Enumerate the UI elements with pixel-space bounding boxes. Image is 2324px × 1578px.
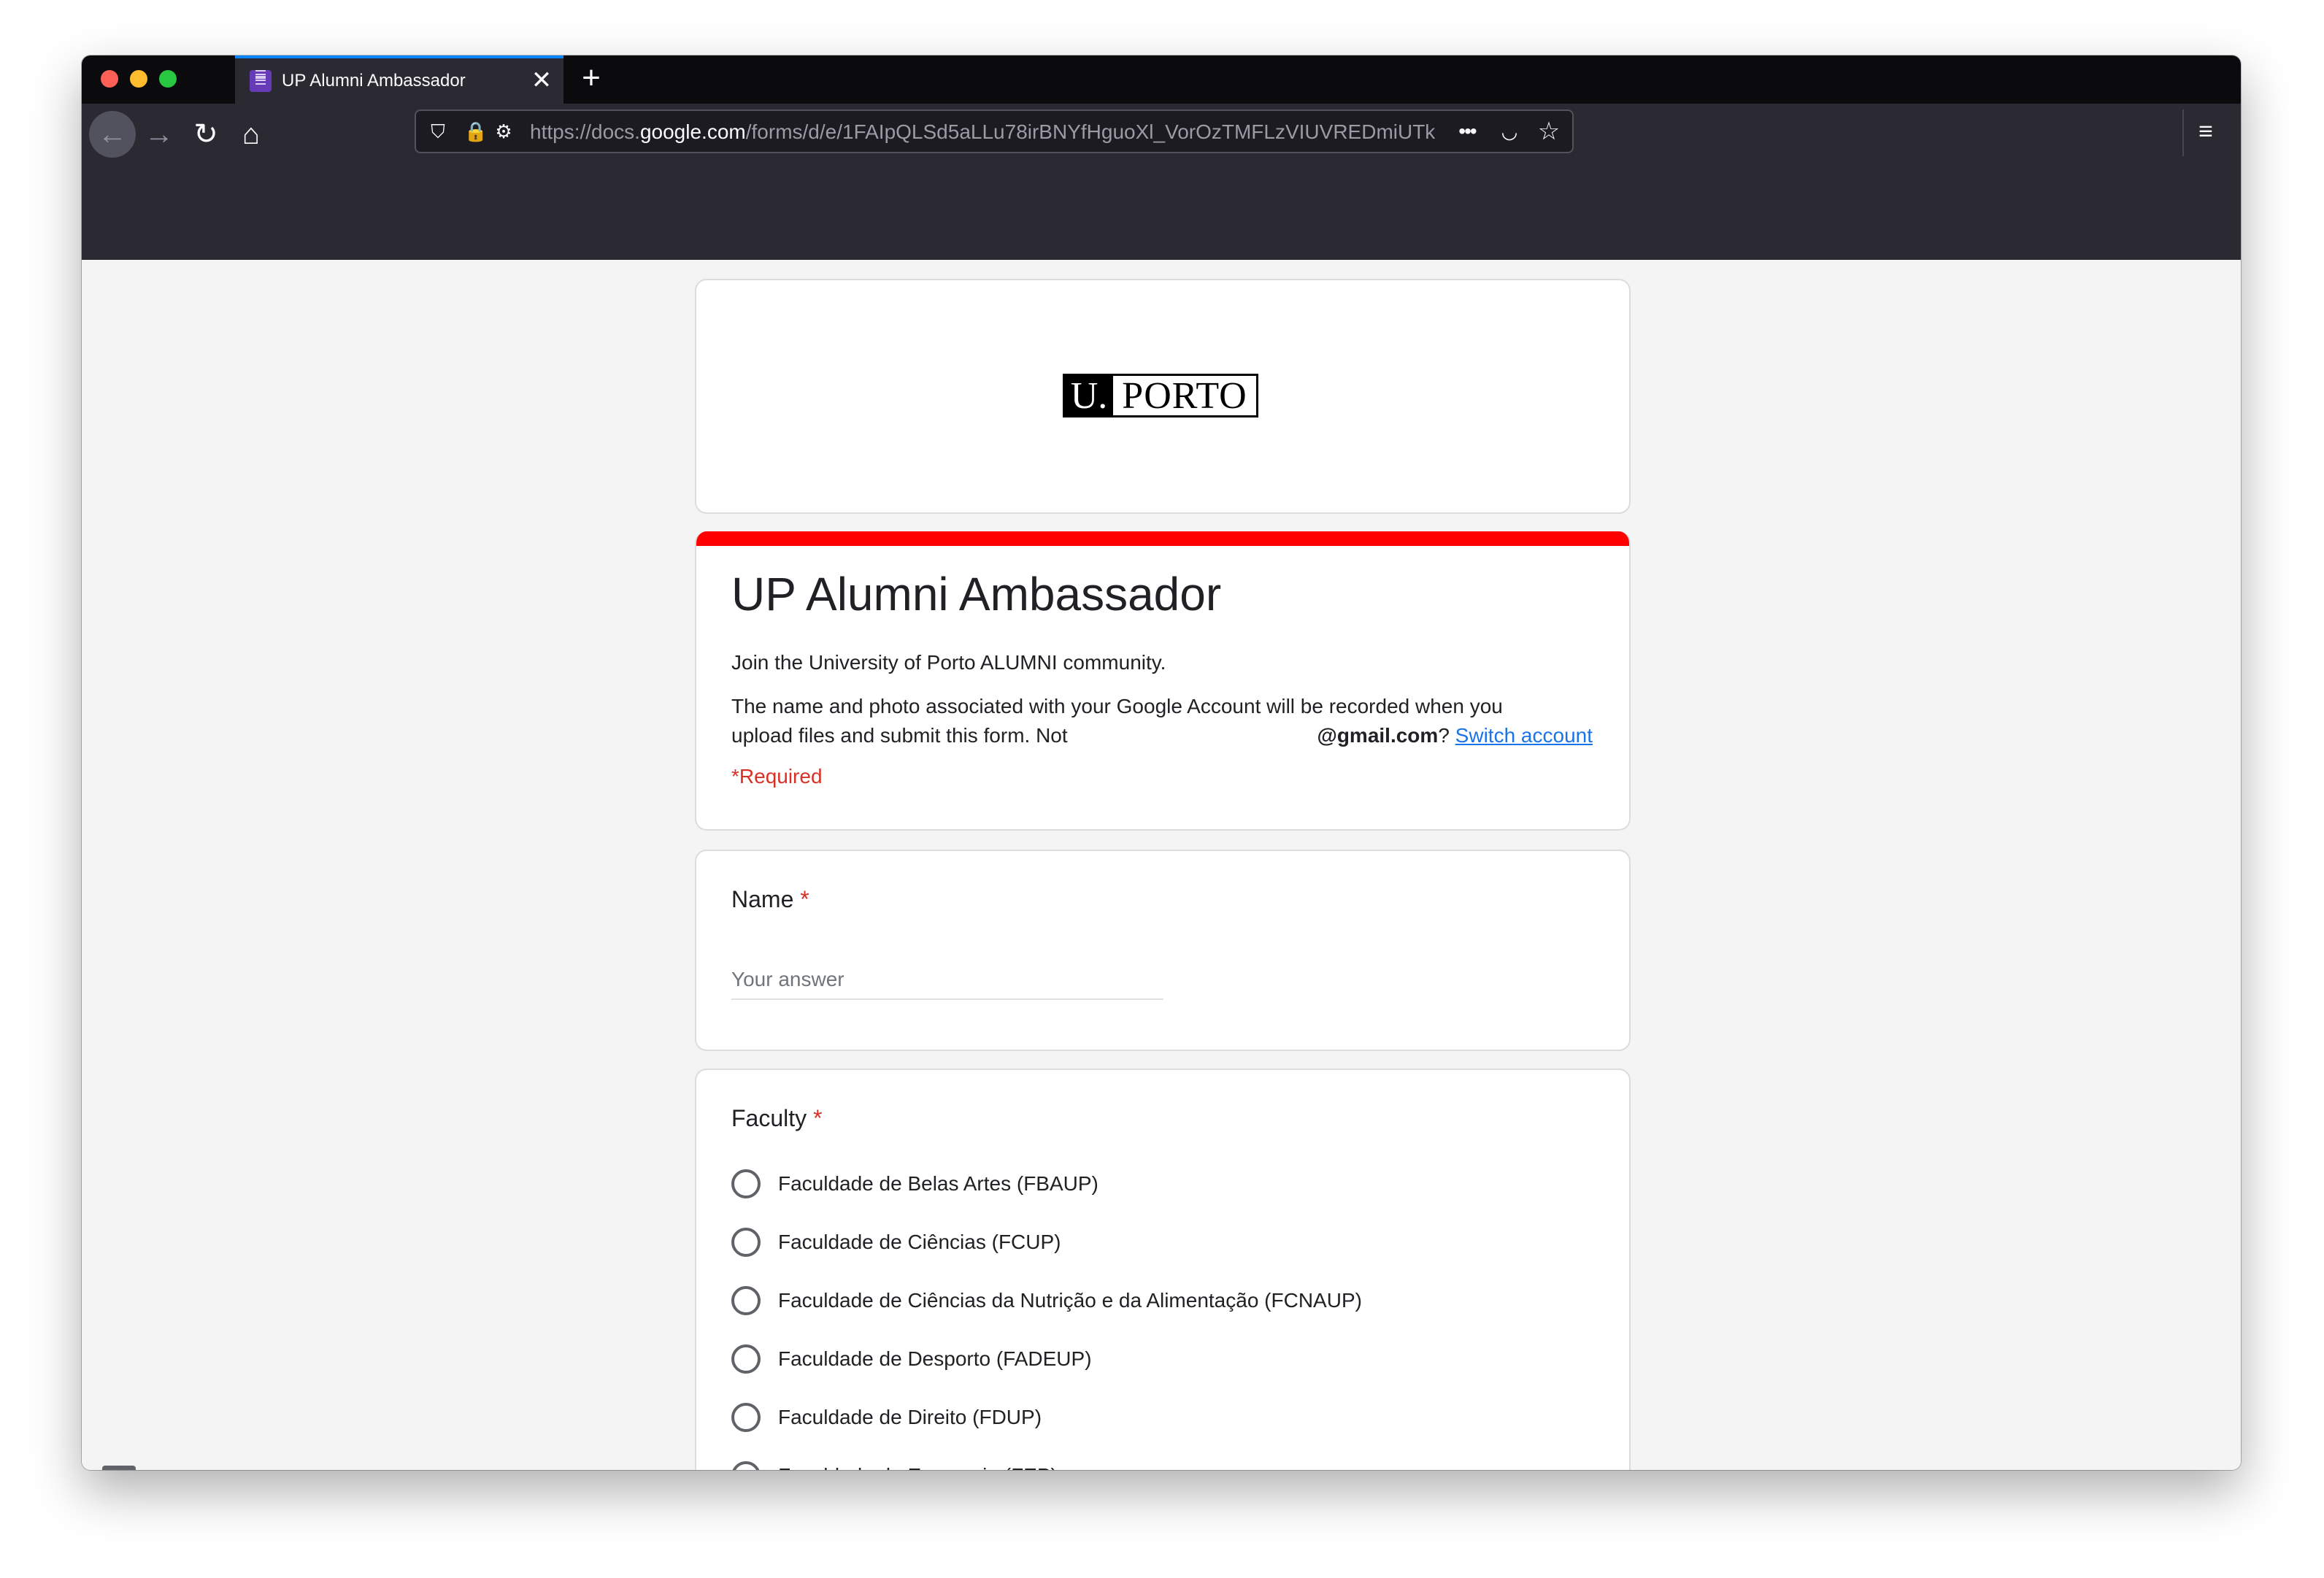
faculty-option[interactable]: Faculdade de Economia (FEP): [731, 1461, 1593, 1470]
url-domain: google.com: [639, 121, 746, 143]
url-prefix: https://docs.: [530, 121, 640, 143]
page-content[interactable]: U. PORTO UP Alumni Ambassador Join the U…: [82, 260, 2241, 1470]
account-notice-line2-text: upload files and submit this form. Not: [731, 724, 1068, 747]
question-title-name: Name *: [731, 885, 809, 914]
window-minimize-button[interactable]: [130, 70, 147, 88]
permissions-icon[interactable]: ⚙: [490, 118, 517, 145]
tracking-protection-shield-icon[interactable]: ⛉: [425, 118, 451, 145]
window-close-button[interactable]: [101, 70, 118, 88]
title-accent-band: [696, 531, 1629, 546]
u-porto-logo: U. PORTO: [1063, 374, 1258, 417]
faculty-option[interactable]: Faculdade de Ciências (FCUP): [731, 1228, 1593, 1286]
logo-u-mark: U.: [1065, 376, 1113, 417]
form-description: Join the University of Porto ALUMNI comm…: [731, 651, 1166, 674]
radio-button[interactable]: [731, 1344, 761, 1374]
radio-button[interactable]: [731, 1461, 761, 1470]
radio-button[interactable]: [731, 1403, 761, 1432]
account-notice-line2: upload files and submit this form. Not @…: [731, 721, 1593, 750]
faculty-option[interactable]: Faculdade de Direito (FDUP): [731, 1403, 1593, 1461]
page-actions-more-icon[interactable]: •••: [1454, 118, 1480, 145]
form-title-card: UP Alumni Ambassador Join the University…: [695, 531, 1631, 831]
back-arrow-icon[interactable]: ←: [89, 111, 136, 158]
faculty-options: Faculdade de Belas Artes (FBAUP) Faculda…: [731, 1169, 1593, 1470]
faculty-option[interactable]: Faculdade de Desporto (FADEUP): [731, 1344, 1593, 1403]
account-notice-line1: The name and photo associated with your …: [731, 695, 1503, 717]
account-email: @gmail.com: [1317, 724, 1439, 747]
forward-arrow-icon[interactable]: →: [136, 111, 182, 158]
toolbar-separator: [2182, 109, 2184, 156]
account-notice: The name and photo associated with your …: [731, 692, 1593, 750]
required-asterisk: *: [800, 886, 809, 912]
faculty-option-label[interactable]: Faculdade de Direito (FDUP): [778, 1403, 1042, 1432]
radio-button[interactable]: [731, 1169, 761, 1198]
switch-account-link[interactable]: Switch account: [1455, 724, 1593, 747]
faculty-option-label[interactable]: Faculdade de Desporto (FADEUP): [778, 1344, 1092, 1374]
faculty-option-label[interactable]: Faculdade de Economia (FEP): [778, 1461, 1058, 1470]
report-feedback-icon[interactable]: !: [102, 1466, 136, 1470]
radio-button[interactable]: [731, 1228, 761, 1257]
tab-close-icon[interactable]: ✕: [528, 67, 555, 93]
hamburger-menu-icon[interactable]: ≡: [2185, 111, 2226, 152]
navigation-toolbar: ← → ↻ ⌂ ⛉ 🔒 ⚙ https://docs.google.com/fo…: [82, 104, 2241, 260]
window-zoom-button[interactable]: [159, 70, 177, 88]
tab-up-alumni-ambassador[interactable]: UP Alumni Ambassador ✕: [235, 55, 563, 104]
bookmark-star-icon[interactable]: ☆: [1536, 118, 1562, 145]
form-title: UP Alumni Ambassador: [731, 568, 1222, 620]
radio-button[interactable]: [731, 1286, 761, 1315]
question-card-name: Name *: [695, 850, 1631, 1051]
name-answer-input[interactable]: [731, 961, 1163, 1000]
notice-question-mark: ?: [1438, 724, 1450, 747]
reload-icon[interactable]: ↻: [182, 111, 229, 158]
new-tab-button[interactable]: +: [575, 62, 607, 95]
faculty-option-label[interactable]: Faculdade de Ciências (FCUP): [778, 1228, 1061, 1257]
required-note: *Required: [731, 765, 823, 788]
tab-title: UP Alumni Ambassador: [282, 71, 466, 91]
browser-window: UP Alumni Ambassador ✕ + ← → ↻ ⌂ ⛉ 🔒 ⚙ h…: [82, 55, 2241, 1470]
faculty-option-label[interactable]: Faculdade de Belas Artes (FBAUP): [778, 1169, 1098, 1198]
form-header-image-card: U. PORTO: [695, 279, 1631, 514]
logo-porto-text: PORTO: [1122, 375, 1247, 417]
address-bar[interactable]: ⛉ 🔒 ⚙ https://docs.google.com/forms/d/e/…: [415, 109, 1574, 153]
lock-icon[interactable]: 🔒: [463, 118, 489, 145]
question-label: Name: [731, 886, 794, 912]
faculty-option[interactable]: Faculdade de Ciências da Nutrição e da A…: [731, 1286, 1593, 1344]
account-notice-email-group: @gmail.com? Switch account: [1317, 721, 1593, 750]
question-card-faculty: Faculty * Faculdade de Belas Artes (FBAU…: [695, 1069, 1631, 1470]
url-path: /forms/d/e/1FAIpQLSd5aLLu78irBNYfHguoXl_…: [745, 121, 1435, 143]
tab-strip: UP Alumni Ambassador ✕ +: [82, 55, 2241, 104]
faculty-option-label[interactable]: Faculdade de Ciências da Nutrição e da A…: [778, 1286, 1362, 1315]
google-forms-favicon-icon: [250, 70, 272, 92]
pocket-icon[interactable]: ◡: [1496, 118, 1523, 145]
question-label: Faculty: [731, 1105, 807, 1131]
question-title-faculty: Faculty *: [731, 1104, 822, 1133]
home-icon[interactable]: ⌂: [228, 111, 274, 158]
url-text[interactable]: https://docs.google.com/forms/d/e/1FAIpQ…: [530, 121, 1435, 143]
required-asterisk: *: [813, 1105, 823, 1131]
faculty-option[interactable]: Faculdade de Belas Artes (FBAUP): [731, 1169, 1593, 1228]
